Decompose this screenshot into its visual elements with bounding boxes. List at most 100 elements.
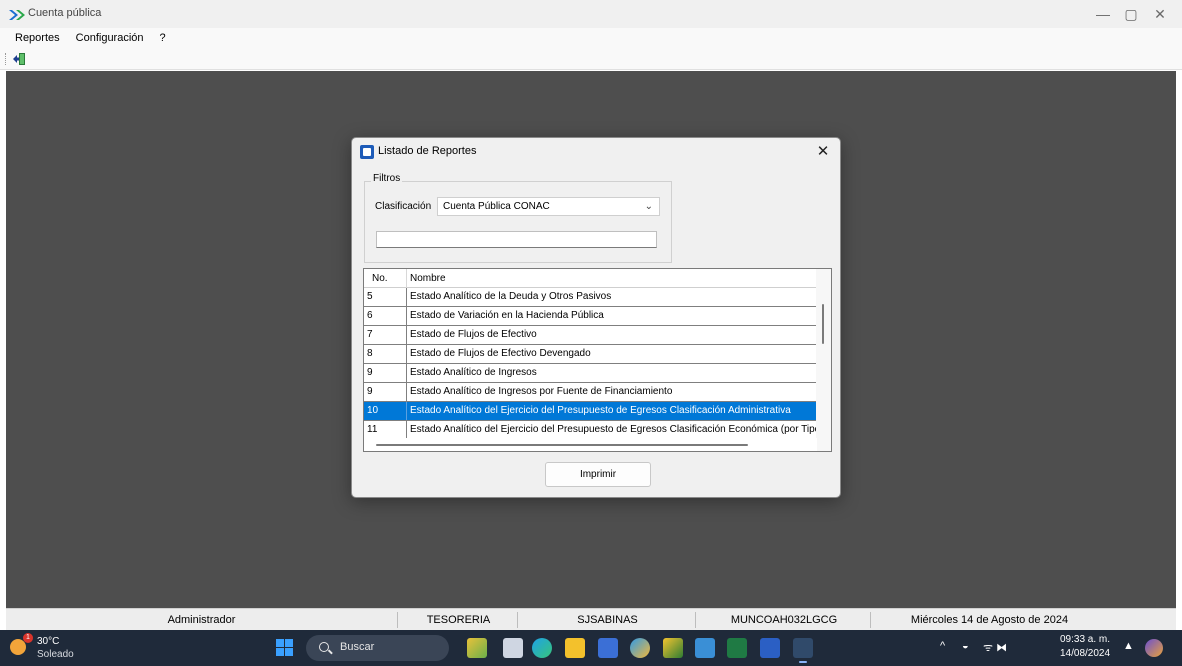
row-name: Estado de Flujos de Efectivo bbox=[410, 329, 537, 340]
dialog-titlebar: Listado de Reportes ✕ bbox=[352, 138, 840, 166]
row-number: 11 bbox=[367, 424, 378, 435]
notification-bell-icon[interactable]: ▲ bbox=[1123, 640, 1134, 652]
windows-start-icon[interactable] bbox=[276, 639, 293, 656]
column-header-name[interactable]: Nombre bbox=[410, 273, 446, 284]
classification-select[interactable]: Cuenta Pública CONAC ⌄ bbox=[437, 197, 660, 216]
start-tile bbox=[285, 639, 293, 647]
table-row[interactable]: 7 Estado de Flujos de Efectivo bbox=[364, 326, 817, 345]
weather-badge: 1 bbox=[23, 633, 33, 643]
row-number: 6 bbox=[367, 310, 373, 321]
table-row[interactable]: 9 Estado Analítico de Ingresos bbox=[364, 364, 817, 383]
row-number: 10 bbox=[367, 405, 379, 416]
tray-chevron-up-icon[interactable]: ^ bbox=[940, 640, 945, 652]
word-icon[interactable] bbox=[760, 638, 780, 658]
row-name: Estado Analítico de Ingresos por Fuente … bbox=[410, 386, 673, 397]
vertical-scrollbar[interactable] bbox=[816, 269, 831, 451]
grid-rows: 5 Estado Analítico de la Deuda y Otros P… bbox=[364, 288, 817, 440]
row-number: 9 bbox=[367, 367, 373, 378]
window-titlebar: Cuenta pública — ▢ ✕ bbox=[0, 0, 1182, 28]
cell-divider bbox=[406, 326, 407, 344]
cell-divider bbox=[406, 364, 407, 382]
news-widget-icon[interactable] bbox=[467, 638, 487, 658]
weather-temperature[interactable]: 30°C bbox=[37, 636, 59, 647]
dialog-title: Listado de Reportes bbox=[378, 145, 477, 157]
status-date: Miércoles 14 de Agosto de 2024 bbox=[910, 614, 1069, 626]
cell-divider bbox=[406, 345, 407, 363]
app-logo-icon bbox=[9, 10, 25, 20]
tray-network-icon[interactable]: ◒ bbox=[962, 640, 969, 652]
start-tile bbox=[276, 648, 284, 656]
row-name: Estado Analítico del Ejercicio del Presu… bbox=[410, 405, 791, 416]
reports-grid[interactable]: No. Nombre 5 Estado Analítico de la Deud… bbox=[363, 268, 832, 452]
exit-door-icon[interactable] bbox=[12, 51, 28, 67]
excel-icon[interactable] bbox=[727, 638, 747, 658]
toolbar bbox=[0, 48, 1182, 70]
cuenta-publica-app-icon[interactable] bbox=[793, 638, 813, 663]
classification-label: Clasificación bbox=[375, 201, 432, 212]
status-department: TESORERIA MUNICIPAL bbox=[400, 612, 518, 642]
taskbar: 1 30°C Soleado Buscar ^ ◒ ᯤ ⧓ 09:33 a. m… bbox=[0, 630, 1182, 666]
column-divider[interactable] bbox=[406, 269, 407, 288]
start-tile bbox=[276, 639, 284, 647]
vertical-scroll-thumb[interactable] bbox=[822, 304, 824, 344]
reports-dialog: Listado de Reportes ✕ Filtros Clasificac… bbox=[351, 137, 841, 498]
filter-search-input[interactable] bbox=[376, 231, 657, 248]
status-login: SJSABINAS bbox=[520, 612, 696, 628]
table-row[interactable]: 6 Estado de Variación en la Hacienda Púb… bbox=[364, 307, 817, 326]
dialog-app-icon bbox=[360, 145, 374, 159]
taskbar-search[interactable]: Buscar bbox=[306, 635, 449, 661]
table-row[interactable]: 9 Estado Analítico de Ingresos por Fuent… bbox=[364, 383, 817, 402]
grid-header: No. Nombre bbox=[364, 269, 817, 288]
table-row[interactable]: 5 Estado Analítico de la Deuda y Otros P… bbox=[364, 288, 817, 307]
filters-group: Filtros Clasificación Cuenta Pública CON… bbox=[364, 173, 672, 263]
photos-icon[interactable] bbox=[695, 638, 715, 658]
filters-legend: Filtros bbox=[371, 173, 403, 184]
column-header-no[interactable]: No. bbox=[372, 273, 388, 284]
horizontal-scroll-thumb[interactable] bbox=[376, 444, 748, 446]
edge-browser-icon[interactable] bbox=[532, 638, 552, 658]
status-machine: MUNCOAH032LGCG bbox=[698, 612, 871, 628]
menubar: Reportes Configuración ? bbox=[0, 28, 1182, 48]
table-row[interactable]: 8 Estado de Flujos de Efectivo Devengado bbox=[364, 345, 817, 364]
classification-value: Cuenta Pública CONAC bbox=[443, 201, 550, 212]
row-name: Estado de Variación en la Hacienda Públi… bbox=[410, 310, 604, 321]
chevron-down-icon: ⌄ bbox=[644, 201, 653, 212]
dialog-close-button[interactable]: ✕ bbox=[812, 141, 834, 163]
row-number: 9 bbox=[367, 386, 373, 397]
horizontal-scrollbar[interactable] bbox=[364, 438, 817, 451]
table-row-selected[interactable]: 10 Estado Analítico del Ejercicio del Pr… bbox=[364, 402, 817, 421]
cell-divider bbox=[406, 288, 407, 306]
row-number: 8 bbox=[367, 348, 373, 359]
app-yellow-icon[interactable] bbox=[663, 638, 683, 658]
status-user: Administrador bbox=[6, 612, 398, 628]
statusbar: Administrador TESORERIA MUNICIPAL SJSABI… bbox=[6, 608, 1176, 642]
close-window-button[interactable]: ✕ bbox=[1140, 4, 1180, 24]
cell-divider bbox=[406, 402, 407, 420]
copilot-icon[interactable] bbox=[1145, 639, 1163, 657]
row-name: Estado de Flujos de Efectivo Devengado bbox=[410, 348, 591, 359]
menu-help[interactable]: ? bbox=[157, 32, 169, 44]
row-name: Estado Analítico de la Deuda y Otros Pas… bbox=[410, 291, 612, 302]
store-icon[interactable] bbox=[598, 638, 618, 658]
taskbar-search-placeholder: Buscar bbox=[340, 641, 375, 653]
start-tile bbox=[285, 648, 293, 656]
row-name: Estado Analítico de Ingresos bbox=[410, 367, 537, 378]
weather-condition[interactable]: Soleado bbox=[37, 649, 74, 660]
row-number: 7 bbox=[367, 329, 373, 340]
menu-reportes[interactable]: Reportes bbox=[12, 32, 63, 44]
clock-time[interactable]: 09:33 a. m. bbox=[1060, 634, 1110, 645]
window-title: Cuenta pública bbox=[28, 7, 102, 19]
file-explorer-icon[interactable] bbox=[565, 638, 585, 658]
row-number: 5 bbox=[367, 291, 373, 302]
row-name: Estado Analítico del Ejercicio del Presu… bbox=[410, 424, 817, 435]
tray-wifi-volume-battery-icons[interactable]: ᯤ ⧓ bbox=[983, 640, 1007, 655]
print-button[interactable]: Imprimir bbox=[545, 462, 651, 487]
toolbar-grip[interactable] bbox=[5, 53, 7, 65]
clock-date[interactable]: 14/08/2024 bbox=[1060, 648, 1110, 659]
menu-configuracion[interactable]: Configuración bbox=[73, 32, 147, 44]
task-view-icon[interactable] bbox=[503, 638, 523, 658]
cell-divider bbox=[406, 383, 407, 401]
search-icon bbox=[319, 642, 329, 652]
cell-divider bbox=[406, 307, 407, 325]
chrome-icon[interactable] bbox=[630, 638, 650, 658]
